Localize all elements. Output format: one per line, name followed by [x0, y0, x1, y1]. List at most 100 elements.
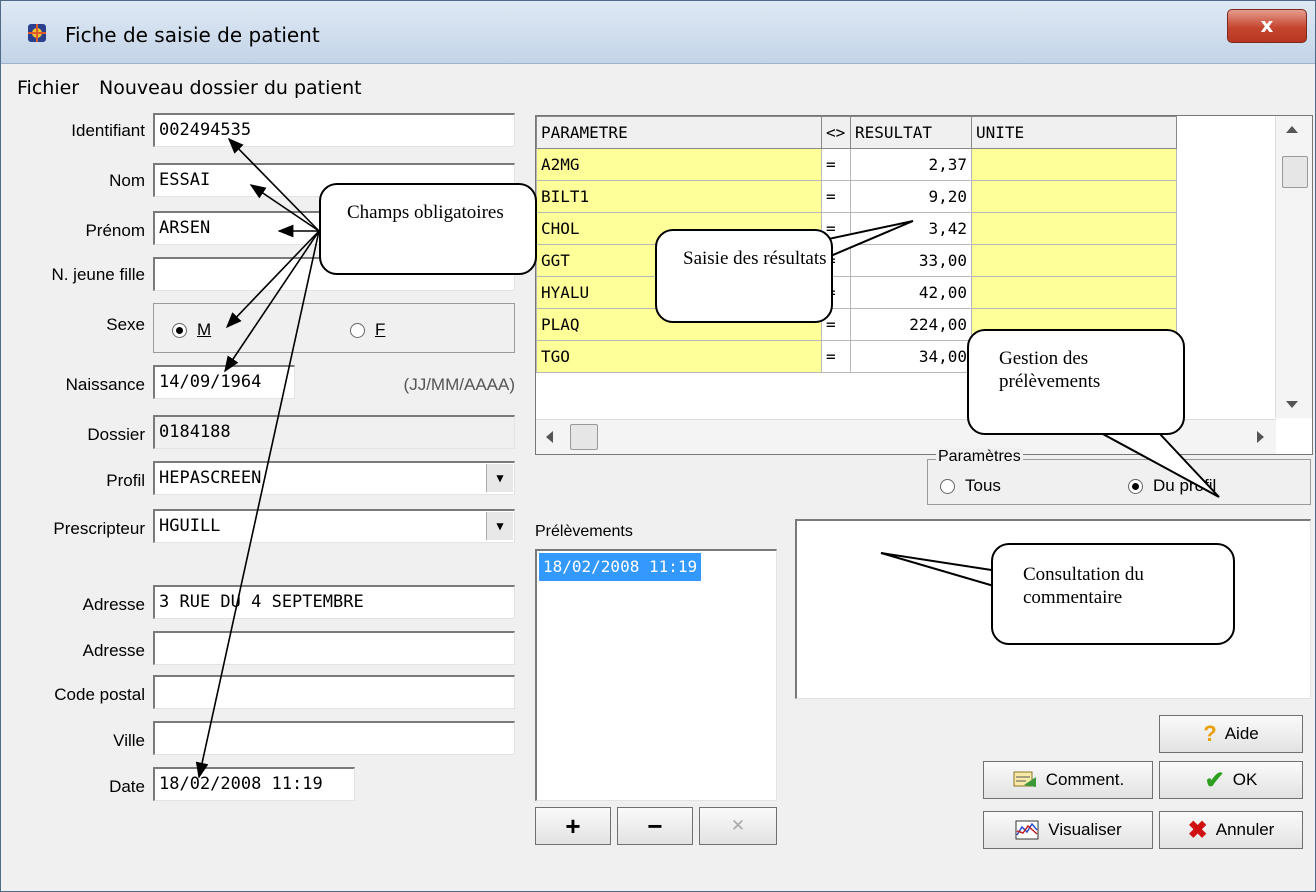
cancel-x-icon: ✖ — [1187, 816, 1208, 844]
menu-nouveau-dossier[interactable]: Nouveau dossier du patient — [99, 77, 362, 99]
close-button[interactable]: x — [1227, 9, 1307, 43]
cell-resultat[interactable]: 34,00 — [850, 340, 972, 373]
table-row[interactable]: GGT = 33,00 — [536, 244, 1177, 277]
date-field[interactable]: 18/02/2008 11:19 — [153, 767, 355, 801]
callout-champs-obligatoires: Champs obligatoires — [319, 183, 537, 275]
prenom-label: Prénom — [85, 221, 145, 240]
cell-unite[interactable] — [971, 180, 1177, 213]
adresse2-label: Adresse — [82, 641, 145, 660]
patient-form-window: Fiche de saisie de patient x Fichier Nou… — [0, 0, 1316, 892]
header-resultat[interactable]: RESULTAT — [850, 116, 972, 149]
prescripteur-label: Prescripteur — [53, 519, 145, 538]
annuler-button[interactable]: ✖ Annuler — [1159, 811, 1303, 849]
callout-consultation-commentaire: Consultation du commentaire — [991, 543, 1235, 645]
cell-resultat[interactable]: 3,42 — [850, 212, 972, 245]
jeune-fille-label: N. jeune fille — [51, 265, 145, 284]
dossier-field: 0184188 — [153, 415, 515, 449]
profil-label: Profil — [106, 471, 145, 490]
cell-parametre[interactable]: A2MG — [536, 148, 822, 181]
menu-bar: Fichier Nouveau dossier du patient — [9, 71, 1309, 105]
cell-parametre[interactable]: BILT1 — [536, 180, 822, 213]
table-row[interactable]: A2MG = 2,37 — [536, 148, 1177, 181]
ville-field[interactable] — [153, 721, 515, 755]
visualiser-button[interactable]: Visualiser — [983, 811, 1153, 849]
radio-unselected-icon — [940, 478, 955, 494]
help-icon: ? — [1203, 721, 1217, 746]
window-title: Fiche de saisie de patient — [65, 23, 320, 47]
scroll-left-icon[interactable] — [546, 431, 553, 443]
title-bar[interactable]: Fiche de saisie de patient x — [1, 1, 1315, 64]
grid-header-row: PARAMETRE <> RESULTAT UNITE — [536, 116, 1177, 149]
sexe-label: Sexe — [106, 315, 145, 334]
ok-button[interactable]: ✔ OK — [1159, 761, 1303, 799]
cell-resultat[interactable]: 42,00 — [850, 276, 972, 309]
aide-button[interactable]: ? Aide — [1159, 715, 1303, 753]
cell-resultat[interactable]: 33,00 — [850, 244, 972, 277]
header-parametre[interactable]: PARAMETRE — [536, 116, 822, 149]
radio-selected-icon — [1128, 478, 1143, 494]
scroll-right-icon[interactable] — [1257, 431, 1264, 443]
profil-select[interactable]: HEPASCREEN ▼ — [153, 461, 515, 495]
naissance-format-hint: (JJ/MM/AAAA) — [403, 375, 515, 394]
cell-resultat[interactable]: 224,00 — [850, 308, 972, 341]
cell-unite[interactable] — [971, 276, 1177, 309]
cell-parametre[interactable]: TGO — [536, 340, 822, 373]
callout-gestion-prelevements: Gestion des prélèvements — [967, 329, 1185, 435]
scroll-thumb[interactable] — [1282, 156, 1308, 188]
header-operator[interactable]: <> — [821, 116, 851, 149]
cell-operator[interactable]: = — [821, 180, 851, 213]
app-icon — [28, 24, 46, 42]
comment-icon — [1013, 771, 1036, 787]
dossier-label: Dossier — [87, 425, 145, 444]
chart-icon — [1015, 820, 1039, 840]
list-item[interactable]: 18/02/2008 11:19 — [539, 553, 702, 581]
cell-resultat[interactable]: 9,20 — [850, 180, 972, 213]
vertical-scrollbar[interactable] — [1275, 116, 1312, 418]
ville-label: Ville — [113, 731, 145, 750]
date-label: Date — [109, 777, 145, 796]
cell-unite[interactable] — [971, 212, 1177, 245]
callout-saisie-resultats: Saisie des résultats — [655, 229, 833, 323]
header-unite[interactable]: UNITE — [971, 116, 1177, 149]
table-row[interactable]: HYALU = 42,00 — [536, 276, 1177, 309]
prescripteur-select[interactable]: HGUILL ▼ — [153, 509, 515, 543]
parametres-tous-radio[interactable]: Tous — [940, 476, 1001, 496]
naissance-label: Naissance — [65, 375, 145, 394]
sexe-m-radio[interactable]: M — [172, 320, 211, 340]
table-row[interactable]: CHOL = 3,42 — [536, 212, 1177, 245]
radio-unselected-icon — [350, 322, 365, 338]
remove-prelevement-button[interactable]: − — [617, 807, 693, 845]
main-panel: Identifiant 002494535 Nom ESSAI Prénom A… — [9, 105, 1313, 883]
naissance-field[interactable]: 14/09/1964 — [153, 365, 295, 399]
adresse1-field[interactable]: 3 RUE DU 4 SEPTEMBRE — [153, 585, 515, 619]
sexe-group: M F — [153, 303, 515, 353]
adresse2-field[interactable] — [153, 631, 515, 665]
identifiant-field[interactable]: 002494535 — [153, 113, 515, 147]
scroll-thumb[interactable] — [570, 424, 598, 450]
identifiant-label: Identifiant — [71, 121, 145, 140]
code-postal-label: Code postal — [54, 685, 145, 704]
delete-prelevement-button[interactable]: ✕ — [699, 807, 777, 845]
scroll-up-icon[interactable] — [1286, 126, 1298, 133]
menu-fichier[interactable]: Fichier — [17, 77, 79, 99]
table-row[interactable]: BILT1 = 9,20 — [536, 180, 1177, 213]
chevron-down-icon[interactable]: ▼ — [486, 464, 513, 492]
cell-unite[interactable] — [971, 148, 1177, 181]
prelevements-list[interactable]: 18/02/2008 11:19 — [535, 549, 777, 801]
cell-operator[interactable]: = — [821, 148, 851, 181]
parametres-du-profil-radio[interactable]: Du profil — [1128, 476, 1216, 496]
parametres-title: Paramètres — [936, 448, 1023, 466]
check-icon: ✔ — [1204, 766, 1225, 794]
add-prelevement-button[interactable]: + — [535, 807, 611, 845]
sexe-f-radio[interactable]: F — [350, 320, 385, 340]
nom-label: Nom — [109, 171, 145, 190]
prescripteur-value: HGUILL — [159, 516, 221, 536]
comment-button[interactable]: Comment. — [983, 761, 1153, 799]
scroll-down-icon[interactable] — [1286, 401, 1298, 408]
results-grid[interactable]: PARAMETRE <> RESULTAT UNITE A2MG = 2,37 … — [535, 115, 1313, 455]
cell-unite[interactable] — [971, 244, 1177, 277]
chevron-down-icon[interactable]: ▼ — [486, 512, 513, 540]
cell-resultat[interactable]: 2,37 — [850, 148, 972, 181]
cell-operator[interactable]: = — [821, 340, 851, 373]
code-postal-field[interactable] — [153, 675, 515, 709]
